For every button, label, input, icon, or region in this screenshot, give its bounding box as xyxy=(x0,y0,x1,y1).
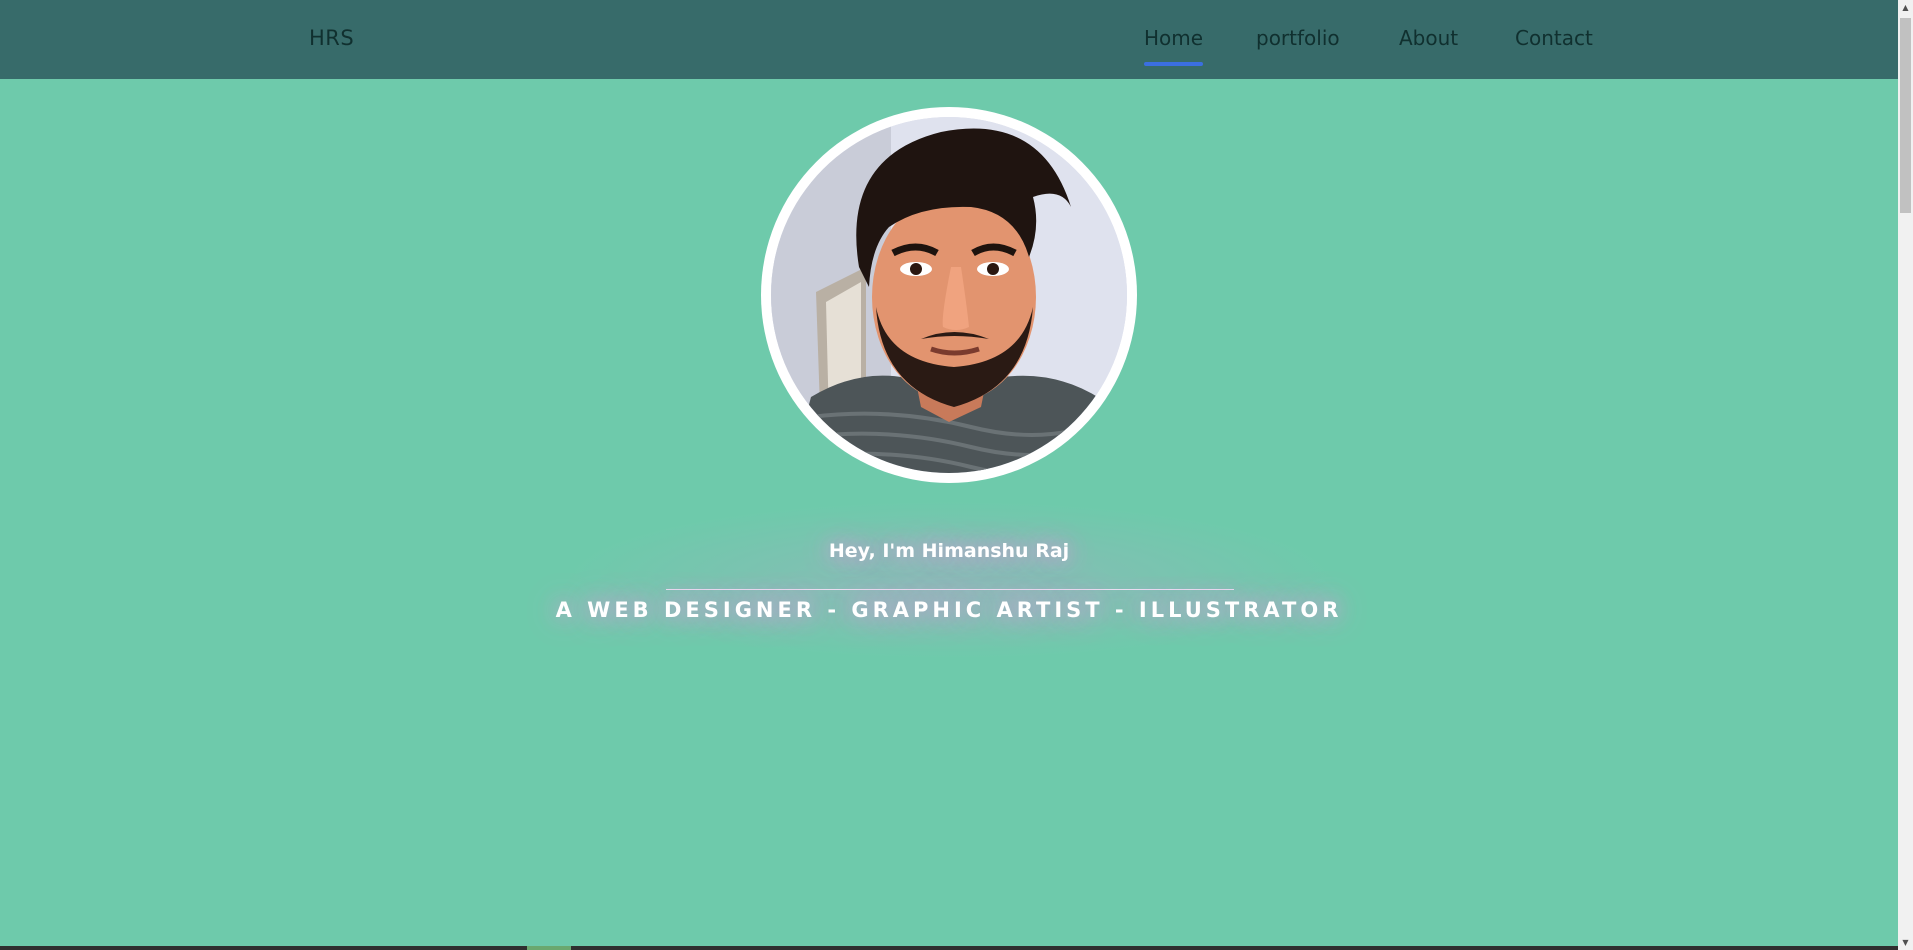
scroll-up-icon[interactable]: ▲ xyxy=(1898,0,1913,15)
vertical-scrollbar[interactable]: ▲ ▼ xyxy=(1898,0,1913,950)
scroll-down-icon[interactable]: ▼ xyxy=(1898,935,1913,950)
nav-contact[interactable]: Contact xyxy=(1515,26,1593,50)
bottom-bar xyxy=(0,946,1898,950)
nav-about[interactable]: About xyxy=(1399,26,1458,50)
navbar: HRS Home portfolio About Contact xyxy=(0,0,1898,79)
bottom-bar-marker xyxy=(527,946,571,950)
profile-photo-illustration xyxy=(771,117,1127,473)
hero-divider xyxy=(666,589,1234,590)
nav-portfolio[interactable]: portfolio xyxy=(1256,26,1340,50)
hero-tagline: A WEB DESIGNER - GRAPHIC ARTIST - ILLUST… xyxy=(555,598,1343,622)
nav-home[interactable]: Home xyxy=(1144,26,1204,66)
text-glow xyxy=(560,500,1340,660)
profile-photo xyxy=(771,117,1127,473)
scrollbar-thumb[interactable] xyxy=(1900,18,1911,213)
brand-logo[interactable]: HRS xyxy=(309,26,354,50)
hero-greeting: Hey, I'm Himanshu Raj xyxy=(828,540,1070,562)
profile-photo-frame xyxy=(761,107,1137,483)
page: HRS Home portfolio About Contact Hey, I'… xyxy=(0,0,1913,950)
